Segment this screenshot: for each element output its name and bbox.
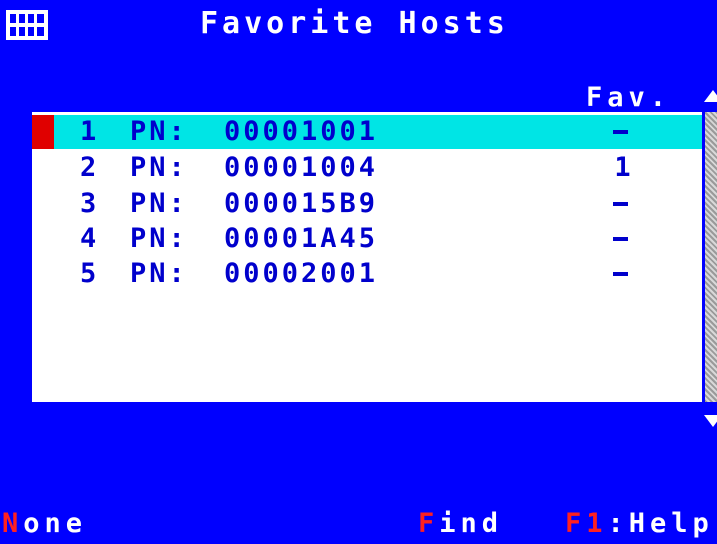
pn-label: PN: <box>130 116 188 147</box>
host-row-4[interactable]: 4 PN: 00001A45 <box>32 222 702 256</box>
hotkey-label: one <box>23 508 88 539</box>
host-row-5[interactable]: 5 PN: 00002001 <box>32 257 702 291</box>
title-bar: Favorite Hosts <box>0 0 717 48</box>
selection-marker <box>32 115 54 149</box>
scroll-up-arrow-icon[interactable] <box>704 90 717 102</box>
row-number: 1 <box>80 116 100 147</box>
hotkey-letter: N <box>2 508 24 539</box>
row-number: 5 <box>80 258 100 289</box>
scroll-down-arrow-icon[interactable] <box>704 415 717 427</box>
help-hotkey[interactable]: F1:Help <box>565 508 714 539</box>
fav-value: 1 <box>614 152 634 183</box>
find-hotkey[interactable]: Find <box>418 508 503 539</box>
host-row-2[interactable]: 2 PN: 00001004 1 <box>32 151 702 185</box>
scrollbar[interactable] <box>705 112 717 402</box>
fav-column-header: Fav. <box>586 82 672 113</box>
pn-label: PN: <box>130 188 188 219</box>
host-row-1[interactable]: 1 PN: 00001001 <box>32 115 702 149</box>
host-id: 00002001 <box>224 258 379 289</box>
pn-label: PN: <box>130 258 188 289</box>
row-number: 3 <box>80 188 100 219</box>
fav-none-mark <box>613 237 628 241</box>
host-id: 00001004 <box>224 152 379 183</box>
host-list: 1 PN: 00001001 2 PN: 00001004 1 3 PN: 00… <box>32 112 702 402</box>
row-number: 2 <box>80 152 100 183</box>
hotkey-bar: None Find F1:Help <box>0 508 717 544</box>
fav-none-mark <box>613 130 628 134</box>
host-id: 00001001 <box>224 116 379 147</box>
hotkey-letter: F1 <box>565 508 608 539</box>
hotkey-label: ind <box>439 508 504 539</box>
fav-none-mark <box>613 272 628 276</box>
fav-none-mark <box>613 202 628 206</box>
none-hotkey[interactable]: None <box>2 508 87 539</box>
pn-label: PN: <box>130 223 188 254</box>
grid-icon <box>6 10 48 40</box>
host-id: 00001A45 <box>224 223 379 254</box>
host-row-3[interactable]: 3 PN: 000015B9 <box>32 187 702 221</box>
hotkey-label: :Help <box>607 508 714 539</box>
hotkey-letter: F <box>418 508 440 539</box>
host-id: 000015B9 <box>224 188 379 219</box>
row-number: 4 <box>80 223 100 254</box>
window-title: Favorite Hosts <box>200 6 509 41</box>
pn-label: PN: <box>130 152 188 183</box>
